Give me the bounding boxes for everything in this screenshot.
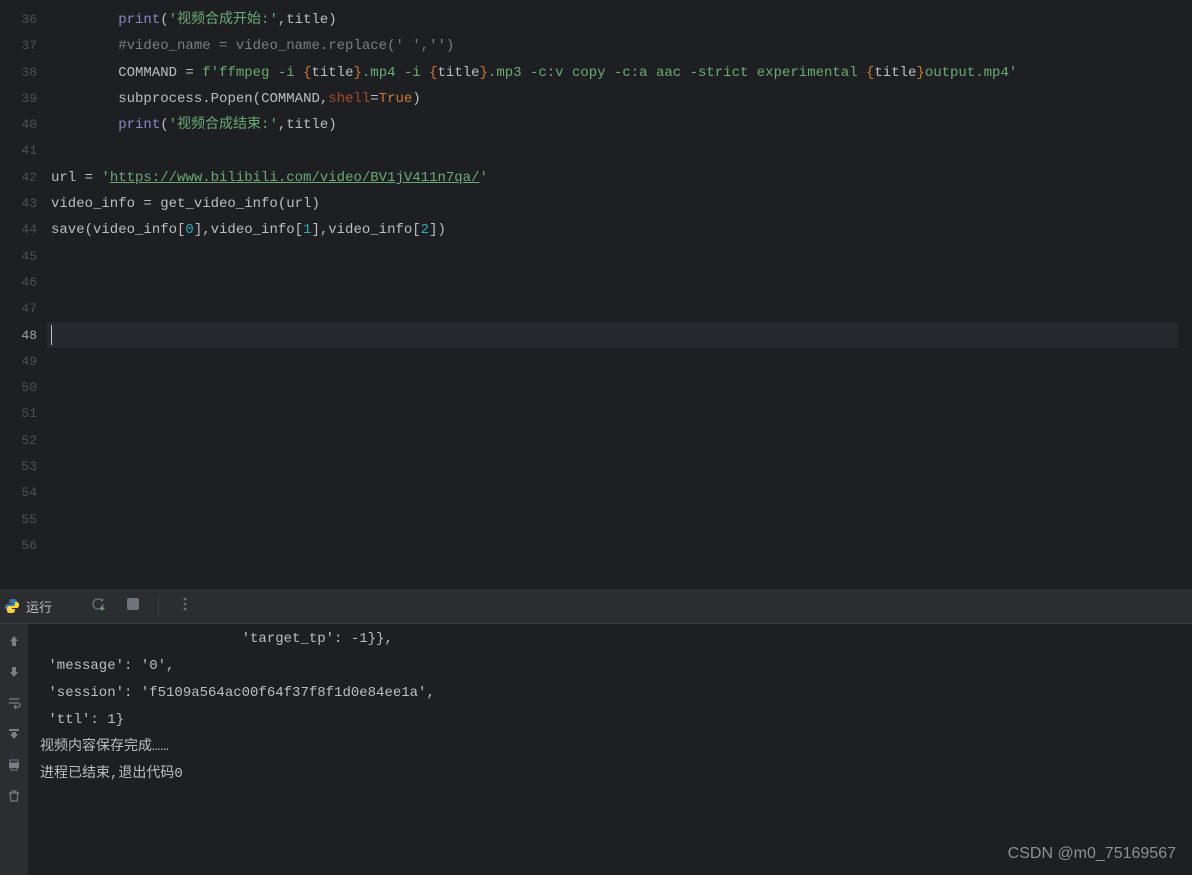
current-line-highlight	[47, 322, 1192, 348]
line-number: 50	[0, 375, 37, 401]
more-icon[interactable]	[177, 596, 193, 617]
arrow-up-icon[interactable]	[7, 634, 21, 653]
line-number: 53	[0, 454, 37, 480]
output-line: 视频内容保存完成……	[40, 734, 1180, 761]
code-line: video_info = get_video_info(url)	[51, 191, 1192, 217]
line-number: 40	[0, 112, 37, 138]
stop-icon[interactable]	[126, 597, 140, 616]
code-line: save(video_info[0],video_info[1],video_i…	[51, 217, 1192, 243]
output-line: 'session': 'f5109a564ac00f64f37f8f1d0e84…	[40, 680, 1180, 707]
line-number: 41	[0, 138, 37, 164]
line-number: 42	[0, 165, 37, 191]
line-number: 52	[0, 428, 37, 454]
line-number: 49	[0, 349, 37, 375]
line-number: 36	[0, 7, 37, 33]
arrow-down-icon[interactable]	[7, 665, 21, 684]
code-line	[51, 138, 1192, 164]
code-line: subprocess.Popen(COMMAND,shell=True)	[51, 86, 1192, 112]
panel-separator	[0, 558, 1192, 588]
terminal-panel: 'target_tp': -1}}, 'message': '0', 'sess…	[0, 624, 1192, 875]
terminal-output[interactable]: 'target_tp': -1}}, 'message': '0', 'sess…	[28, 624, 1192, 875]
run-tab-label[interactable]: 运行	[26, 597, 52, 616]
editor-scrollbar[interactable]	[1178, 0, 1192, 558]
code-line: print('视频合成开始:',title)	[51, 7, 1192, 33]
rerun-icon[interactable]	[90, 596, 106, 617]
scroll-to-end-icon[interactable]	[7, 727, 21, 746]
terminal-sidebar	[0, 624, 28, 875]
line-number: 56	[0, 533, 37, 559]
line-number: 37	[0, 33, 37, 59]
scrollbar-thumb[interactable]	[1180, 20, 1190, 320]
code-line: COMMAND = f'ffmpeg -i {title}.mp4 -i {ti…	[51, 60, 1192, 86]
output-line: 'ttl': 1}	[40, 707, 1180, 734]
line-gutter: 36 37 38 39 40 41 42 43 44 45 46 47 48 4…	[0, 0, 47, 558]
line-number: 55	[0, 507, 37, 533]
text-cursor	[51, 325, 52, 345]
line-number: 45	[0, 244, 37, 270]
line-number: 39	[0, 86, 37, 112]
line-number: 38	[0, 60, 37, 86]
toolbar-divider	[158, 596, 159, 616]
line-number: 54	[0, 480, 37, 506]
output-line: 'target_tp': -1}},	[40, 626, 1180, 653]
python-icon	[4, 598, 20, 614]
line-number: 43	[0, 191, 37, 217]
soft-wrap-icon[interactable]	[7, 696, 21, 715]
line-number: 44	[0, 217, 37, 243]
print-icon[interactable]	[7, 758, 21, 777]
code-content[interactable]: print('视频合成开始:',title) #video_name = vid…	[47, 0, 1192, 558]
terminal-toolbar: 运行	[0, 588, 1192, 624]
line-number-current: 48	[0, 323, 37, 349]
output-line: 进程已结束,退出代码0	[40, 761, 1180, 788]
code-line: print('视频合成结束:',title)	[51, 112, 1192, 138]
output-line: 'message': '0',	[40, 653, 1180, 680]
watermark: CSDN @m0_75169567	[1008, 845, 1176, 863]
code-line: url = 'https://www.bilibili.com/video/BV…	[51, 165, 1192, 191]
line-number: 46	[0, 270, 37, 296]
line-number: 51	[0, 401, 37, 427]
code-editor: 36 37 38 39 40 41 42 43 44 45 46 47 48 4…	[0, 0, 1192, 558]
line-number: 47	[0, 296, 37, 322]
code-line: #video_name = video_name.replace(' ','')	[51, 33, 1192, 59]
trash-icon[interactable]	[7, 789, 21, 808]
